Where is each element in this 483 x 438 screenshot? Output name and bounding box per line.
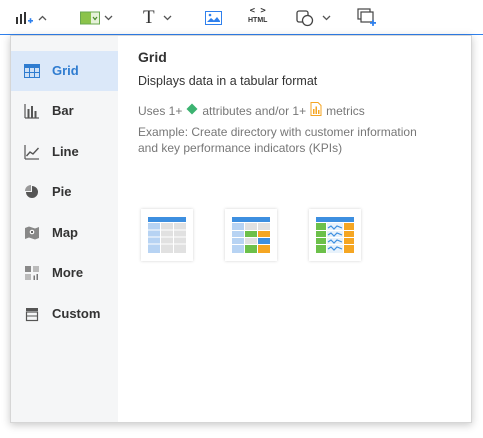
html-label: HTML [248,17,268,24]
attribute-diamond-icon [186,103,198,118]
sidebar-item-bar[interactable]: Bar [11,91,118,131]
insert-panel-button[interactable] [357,6,377,30]
caret-up-icon [38,15,47,21]
uses-metrics: metrics [326,103,365,118]
pie-chart-icon [25,185,38,198]
more-charts-icon [25,266,39,280]
visualization-requirements: Uses 1+ attributes and/or 1+ metrics [138,102,365,119]
panel-stack-plus-icon [357,8,376,26]
html-code-icon: < > [249,6,266,16]
chevron-down-icon [322,15,331,21]
visualization-example: Example: Create directory with customer … [138,125,417,155]
insert-visualization-button[interactable] [14,6,47,30]
visualization-description: Displays data in a tabular format [138,74,318,88]
insert-image-button[interactable] [205,6,222,30]
visualization-title: Grid [138,49,167,65]
insert-shape-button[interactable] [296,6,331,30]
shapes-icon [296,10,314,27]
sidebar-item-custom[interactable]: Custom [11,294,118,334]
filter-box-icon [80,11,100,25]
bar-chart-plus-icon [16,12,33,24]
sidebar-item-pie[interactable]: Pie [11,172,118,212]
sidebar-item-label: Grid [52,63,79,78]
insert-filter-button[interactable] [80,6,113,30]
metric-icon [310,102,322,119]
sidebar-item-label: Pie [52,184,72,199]
visualization-category-sidebar: Grid Bar Line Pie Map More Custom [11,36,118,422]
grid-icon [24,64,40,78]
sidebar-item-line[interactable]: Line [11,132,118,172]
sidebar-item-label: Line [52,144,79,159]
visualization-details-panel: Grid Displays data in a tabular format U… [118,36,471,422]
image-icon [205,11,222,25]
grid-thumbnail[interactable] [141,209,193,261]
sidebar-item-label: Custom [52,306,101,321]
insert-text-button[interactable]: T [143,6,172,30]
chevron-down-icon [163,15,172,21]
line-chart-icon [24,145,40,160]
sidebar-item-more[interactable]: More [11,253,118,293]
insert-html-button[interactable]: < > HTML [248,7,267,31]
bar-chart-icon [24,104,39,119]
custom-visualization-icon [25,308,39,322]
map-icon [25,226,39,240]
microchart-grid-thumbnail[interactable] [309,209,361,261]
sparkline-grid-icon [316,217,354,253]
sidebar-item-label: Map [52,225,78,240]
heatmap-grid-thumbnail[interactable] [225,209,277,261]
sidebar-item-label: More [52,265,84,280]
toolbar: T < > HTML [0,0,483,34]
sidebar-item-label: Bar [52,103,74,118]
text-T-icon: T [143,7,155,28]
simple-grid-icon [148,217,186,253]
uses-prefix: Uses 1+ [138,103,183,118]
sidebar-item-grid[interactable]: Grid [11,51,118,91]
sidebar-item-map[interactable]: Map [11,213,118,253]
uses-attributes: attributes and/or 1+ [202,103,307,118]
visualization-gallery-popover: Grid Bar Line Pie Map More Custom Grid D… [10,35,472,423]
colored-grid-icon [232,217,270,253]
chevron-down-icon [104,15,113,21]
